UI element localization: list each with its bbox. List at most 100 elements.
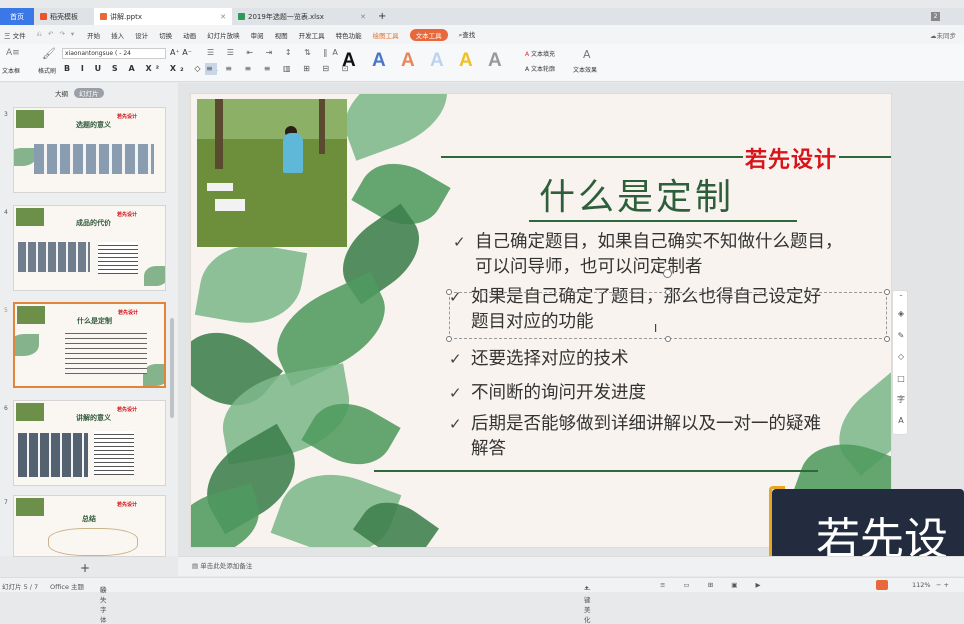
thumb-brand: 若先设计 [117,502,138,508]
thumb-leaf [144,266,165,286]
xls-icon [238,13,245,20]
tab-xlsx[interactable]: 2019年选题一览表.xlsx ✕ [232,8,372,25]
resize-handle[interactable] [665,336,671,342]
theme-name[interactable]: Office 主题 [50,581,84,591]
art-style-blue[interactable]: A [372,50,386,72]
menu-text-tools[interactable]: 文本工具 [409,28,448,41]
font-icon[interactable]: 字 [896,395,906,405]
menu-start[interactable]: 开始 [87,30,100,40]
align-buttons[interactable]: ≡ ≡ ≡ ≡ ▥ ⊞ ⊟ ⊡ [206,64,353,73]
resize-handle[interactable] [665,289,671,295]
check-icon: ✓ [449,350,462,368]
tab-pptx[interactable]: 讲解.pptx ✕ [94,8,232,25]
text-fill-label: 文本填充 [531,51,556,58]
thumb-content [18,433,88,477]
pen-icon[interactable]: ✎ [896,331,906,341]
layers-icon[interactable]: ◈ [896,309,906,319]
textbox-button[interactable]: 文本框 [2,66,20,75]
tab-outline[interactable]: 大纲 [55,88,68,98]
bullet-item[interactable]: ✓ 不间断的询问开发进度 [449,381,646,406]
menu-search[interactable]: ⌕查找 [459,29,476,40]
sync-status[interactable]: ☁未同步 [930,30,956,40]
menu-features[interactable]: 特色功能 [336,30,362,40]
text-fill-button[interactable]: A 文本填充 [525,49,555,58]
photo-paper [215,199,245,211]
thumb-brand: 若先设计 [117,407,138,413]
beautify-label: 一键美化 [584,586,591,624]
font-name-value: xiaonantongsue ( [65,50,118,57]
search-label: 查找 [462,31,476,39]
slide-thumb-7[interactable]: 总结 若先设计 [13,495,166,557]
menu-developer[interactable]: 开发工具 [299,30,325,40]
art-style-orange[interactable]: A [401,50,415,72]
slide-title[interactable]: 什么是定制 [539,168,734,220]
frame-icon[interactable]: □ [896,374,906,384]
resize-handle[interactable] [446,289,452,295]
quick-access-icons[interactable]: ⎌ ↶ ↷ ▾ [37,30,77,39]
resize-handle[interactable] [884,336,890,342]
art-style-gray[interactable]: A [488,50,502,72]
text-selection-box[interactable] [449,292,887,339]
collapse-icon[interactable]: ˉ [896,294,906,304]
resize-handle[interactable] [884,289,890,295]
panel-tabs: 大纲 幻灯片 [55,88,104,98]
text-effect-button[interactable]: 文本效果 [573,65,597,74]
font-grow-icon[interactable]: A⁺ A⁻ [170,48,192,57]
slide-thumb-4[interactable]: 成品的代价 若先设计 [13,205,166,291]
menu-view[interactable]: 视图 [275,30,288,40]
close-icon[interactable]: ✕ [220,13,226,21]
menu-transition[interactable]: 切换 [159,30,172,40]
menu-design[interactable]: 设计 [135,30,148,40]
art-style-lightblue[interactable]: A [430,50,444,72]
font-style-buttons[interactable]: B I U S A X² X₂ ◇ A [64,64,222,73]
format-brush-icon[interactable]: 🖌 [42,47,56,60]
tab-label: 2019年选题一览表.xlsx [248,12,324,21]
zoom-level[interactable]: 112% [912,581,931,589]
bullet-item[interactable]: ✓ 自己确定题目，如果自己确实不知做什么题目， 可以问导师，也可以问定制者 [453,230,843,280]
close-icon[interactable]: ✕ [360,13,366,21]
text-style-icon[interactable]: A [896,416,906,426]
art-style-black[interactable]: A [342,50,356,72]
slide-thumb-5[interactable]: 什么是定制 若先设计 [13,302,166,388]
slide-photo[interactable] [197,99,347,247]
menu-review[interactable]: 审阅 [251,30,264,40]
view-buttons[interactable]: ≡ ▭ ⊞ ▣ ▶ [660,581,768,589]
thumb-leaf [15,334,39,356]
tab-slides[interactable]: 幻灯片 [74,88,104,98]
tab-home[interactable]: 首页 [0,8,34,25]
bullet-item[interactable]: ✓ 还要选择对应的技术 [449,347,629,372]
bullet-item[interactable]: ✓ 后期是否能够做到详细讲解以及一对一的疑难 解答 [449,412,821,462]
text-effect-icon[interactable]: A [583,48,591,61]
menu-insert[interactable]: 插入 [111,30,124,40]
zoom-controls[interactable]: − + [936,581,949,589]
thumb-brand: 若先设计 [117,114,138,120]
text-outline-button[interactable]: A 文本轮廓 [525,64,555,73]
photo-paper [207,183,233,191]
panel-scrollbar[interactable] [170,318,174,418]
ribbon: A≡ 文本框 🖌 格式刷 xiaonantongsue ( - 24 A⁺ A⁻… [0,44,964,82]
add-slide-button[interactable]: + [80,561,90,575]
ppt-icon [100,13,107,20]
resize-handle[interactable] [446,336,452,342]
eraser-icon[interactable]: ◇ [896,352,906,362]
menu-file[interactable]: 三 文件 [4,30,26,40]
textbox-icon[interactable]: A≡ [6,48,20,58]
notes-bar[interactable]: ▤ 单击此处添加备注 [178,556,964,576]
rotate-handle[interactable] [663,269,672,278]
menu-drawing-tools[interactable]: 绘图工具 [373,30,399,40]
check-icon: ✓ [449,415,462,433]
new-tab-button[interactable]: + [372,8,392,25]
list-buttons[interactable]: ☰ ☰ ⇤ ⇥ ↕ ⇅ ‖A [207,48,343,57]
play-button[interactable] [876,580,888,590]
art-style-yellow[interactable]: A [459,50,473,72]
slide-thumb-6[interactable]: 讲解的意义 若先设计 [13,400,166,486]
thumb-photo [16,403,44,421]
menu-animation[interactable]: 动画 [183,30,196,40]
menu-slideshow[interactable]: 幻灯片放映 [207,30,240,40]
format-brush-button[interactable]: 格式刷 [38,66,56,75]
thumb-title: 选题的意义 [76,121,111,129]
tab-templates[interactable]: 稻壳模板 [34,8,94,25]
slide-thumb-3[interactable]: 选题的意义 若先设计 [13,107,166,193]
tab-label: 讲解.pptx [110,12,142,21]
font-name-select[interactable]: xiaonantongsue ( - 24 [62,48,166,59]
